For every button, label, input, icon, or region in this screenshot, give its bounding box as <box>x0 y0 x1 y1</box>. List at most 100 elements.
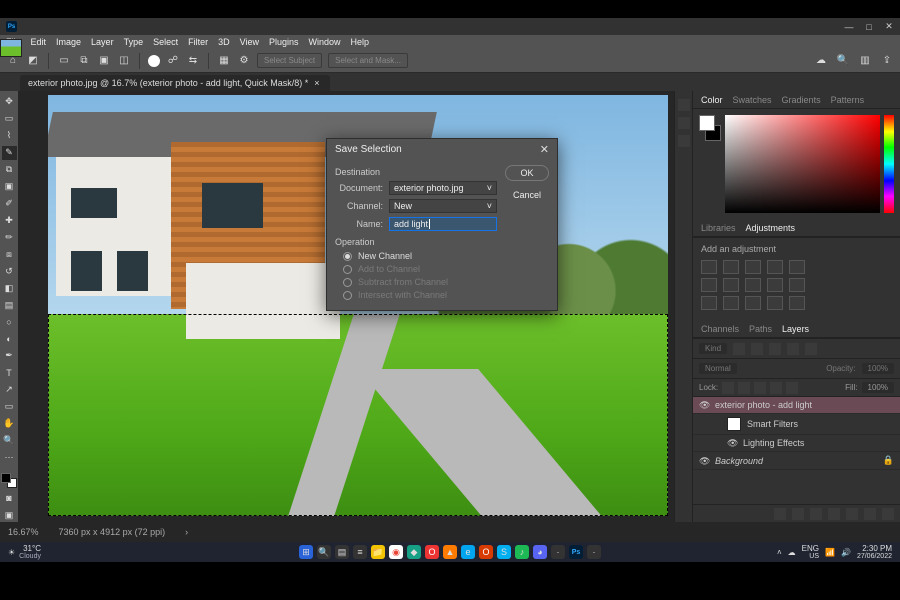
visibility-toggle-icon[interactable]: 👁 <box>699 400 709 410</box>
pen-tool-icon[interactable]: ✒ <box>2 349 17 363</box>
tab-swatches[interactable]: Swatches <box>733 95 772 105</box>
adj-photofilter-icon[interactable] <box>745 278 761 292</box>
cancel-button[interactable]: Cancel <box>505 187 549 203</box>
chevron-right-icon[interactable]: › <box>185 527 188 537</box>
layer-name[interactable]: Background <box>715 456 763 466</box>
screenmode-icon[interactable]: ▣ <box>2 508 17 522</box>
filter-type-icon[interactable] <box>769 343 781 355</box>
link-layers-icon[interactable] <box>774 508 786 520</box>
refine-icon[interactable]: ▦ <box>217 54 231 68</box>
adj-invert-icon[interactable] <box>701 296 717 310</box>
clock[interactable]: 2:30 PM 27/06/2022 <box>857 545 892 560</box>
name-input[interactable]: add light <box>389 217 497 231</box>
color-field[interactable] <box>725 115 880 213</box>
smart-filter-mask-thumb[interactable] <box>727 417 741 431</box>
tab-channels[interactable]: Channels <box>701 324 739 334</box>
filter-shape-icon[interactable] <box>787 343 799 355</box>
app-icon[interactable]: · <box>587 545 601 559</box>
layer-row[interactable]: 👁 exterior photo - add light <box>693 397 900 414</box>
tray-chevron-icon[interactable]: ˄ <box>777 548 782 557</box>
weather-widget[interactable]: ☀ 31°C Cloudy <box>8 545 41 560</box>
menu-3d[interactable]: 3D <box>218 37 230 47</box>
lock-all-icon[interactable] <box>786 382 798 394</box>
lock-artboard-icon[interactable] <box>770 382 782 394</box>
stamp-tool-icon[interactable]: ⧈ <box>2 247 17 261</box>
new-adj-layer-icon[interactable] <box>828 508 840 520</box>
adj-selective-icon[interactable] <box>789 296 805 310</box>
menu-type[interactable]: Type <box>124 37 144 47</box>
adj-exposure-icon[interactable] <box>767 260 783 274</box>
fill-input[interactable]: 100% <box>862 382 894 393</box>
layer-row[interactable]: Smart Filters <box>693 414 900 435</box>
move-tool-icon[interactable]: ✥ <box>2 95 17 109</box>
channel-dropdown[interactable]: New˅ <box>389 199 497 213</box>
delete-layer-icon[interactable] <box>882 508 894 520</box>
layers-kind-dropdown[interactable]: Kind <box>699 343 727 354</box>
window-close-button[interactable]: ✕ <box>884 22 894 32</box>
tab-color[interactable]: Color <box>701 95 723 105</box>
fg-swatch[interactable] <box>699 115 715 131</box>
sample-icon[interactable]: ☍ <box>166 54 180 68</box>
new-layer-icon[interactable] <box>864 508 876 520</box>
workspace-icon[interactable]: ▥ <box>858 54 872 68</box>
selection-intersect-icon[interactable]: ◫ <box>117 54 131 68</box>
widgets-icon[interactable]: ≡ <box>353 545 367 559</box>
character-panel-icon[interactable] <box>678 135 690 147</box>
skype-icon[interactable]: S <box>497 545 511 559</box>
path-tool-icon[interactable]: ↗ <box>2 383 17 397</box>
fg-color-swatch[interactable] <box>1 473 11 483</box>
zoom-tool-icon[interactable]: 🔍 <box>2 433 17 447</box>
dodge-tool-icon[interactable]: ◐ <box>2 332 17 346</box>
gear-icon[interactable]: ⚙ <box>237 54 251 68</box>
adj-brightness-icon[interactable] <box>701 260 717 274</box>
menu-filter[interactable]: Filter <box>188 37 208 47</box>
layer-fx-icon[interactable] <box>792 508 804 520</box>
opacity-input[interactable]: 100% <box>862 363 894 374</box>
shape-tool-icon[interactable]: ▭ <box>2 400 17 414</box>
app-icon[interactable]: · <box>551 545 565 559</box>
adj-curves-icon[interactable] <box>745 260 761 274</box>
eyedropper-tool-icon[interactable]: ✐ <box>2 197 17 211</box>
select-subject-button[interactable]: Select Subject <box>257 53 322 68</box>
blend-mode-dropdown[interactable]: Normal <box>699 363 737 374</box>
layer-row[interactable]: 👁 Background 🔒 <box>693 452 900 470</box>
filter-pixel-icon[interactable] <box>733 343 745 355</box>
document-info[interactable]: 7360 px x 4912 px (72 ppi) <box>59 527 166 537</box>
menu-window[interactable]: Window <box>309 37 341 47</box>
edge-icon[interactable]: e <box>461 545 475 559</box>
history-brush-tool-icon[interactable]: ↺ <box>2 264 17 278</box>
lasso-tool-icon[interactable]: ⌇ <box>2 129 17 143</box>
cloud-icon[interactable]: ☁ <box>814 54 828 68</box>
menu-edit[interactable]: Edit <box>31 37 47 47</box>
zoom-level[interactable]: 16.67% <box>8 527 39 537</box>
heal-tool-icon[interactable]: ✚ <box>2 213 17 227</box>
taskview-icon[interactable]: ▤ <box>335 545 349 559</box>
document-dropdown[interactable]: exterior photo.jpg˅ <box>389 181 497 195</box>
start-button[interactable]: ⊞ <box>299 545 313 559</box>
crop-tool-icon[interactable]: ⧉ <box>2 163 17 177</box>
quick-select-tool-icon[interactable]: ✎ <box>2 146 17 160</box>
eraser-tool-icon[interactable]: ◧ <box>2 281 17 295</box>
color-fgbg-swatch[interactable] <box>699 115 721 213</box>
history-panel-icon[interactable] <box>678 99 690 111</box>
lock-pixels-icon[interactable] <box>738 382 750 394</box>
spotify-icon[interactable]: ♪ <box>515 545 529 559</box>
chrome-icon[interactable]: ◉ <box>389 545 403 559</box>
discord-icon[interactable]: ◕ <box>533 545 547 559</box>
toggle-icon[interactable]: ⇆ <box>186 54 200 68</box>
frame-tool-icon[interactable]: ▣ <box>2 180 17 194</box>
adj-lookup-icon[interactable] <box>789 278 805 292</box>
adj-threshold-icon[interactable] <box>745 296 761 310</box>
photoshop-taskbar-icon[interactable]: Ps <box>569 545 583 559</box>
search-icon[interactable]: 🔍 <box>317 545 331 559</box>
tab-patterns[interactable]: Patterns <box>831 95 865 105</box>
tab-libraries[interactable]: Libraries <box>701 223 736 233</box>
menu-select[interactable]: Select <box>153 37 178 47</box>
menu-help[interactable]: Help <box>351 37 370 47</box>
brave-icon[interactable]: ▲ <box>443 545 457 559</box>
hand-tool-icon[interactable]: ✋ <box>2 417 17 431</box>
window-maximize-button[interactable]: □ <box>864 22 874 32</box>
layer-name[interactable]: exterior photo - add light <box>715 400 812 410</box>
menu-plugins[interactable]: Plugins <box>269 37 299 47</box>
document-tab[interactable]: exterior photo.jpg @ 16.7% (exterior pho… <box>20 75 330 91</box>
